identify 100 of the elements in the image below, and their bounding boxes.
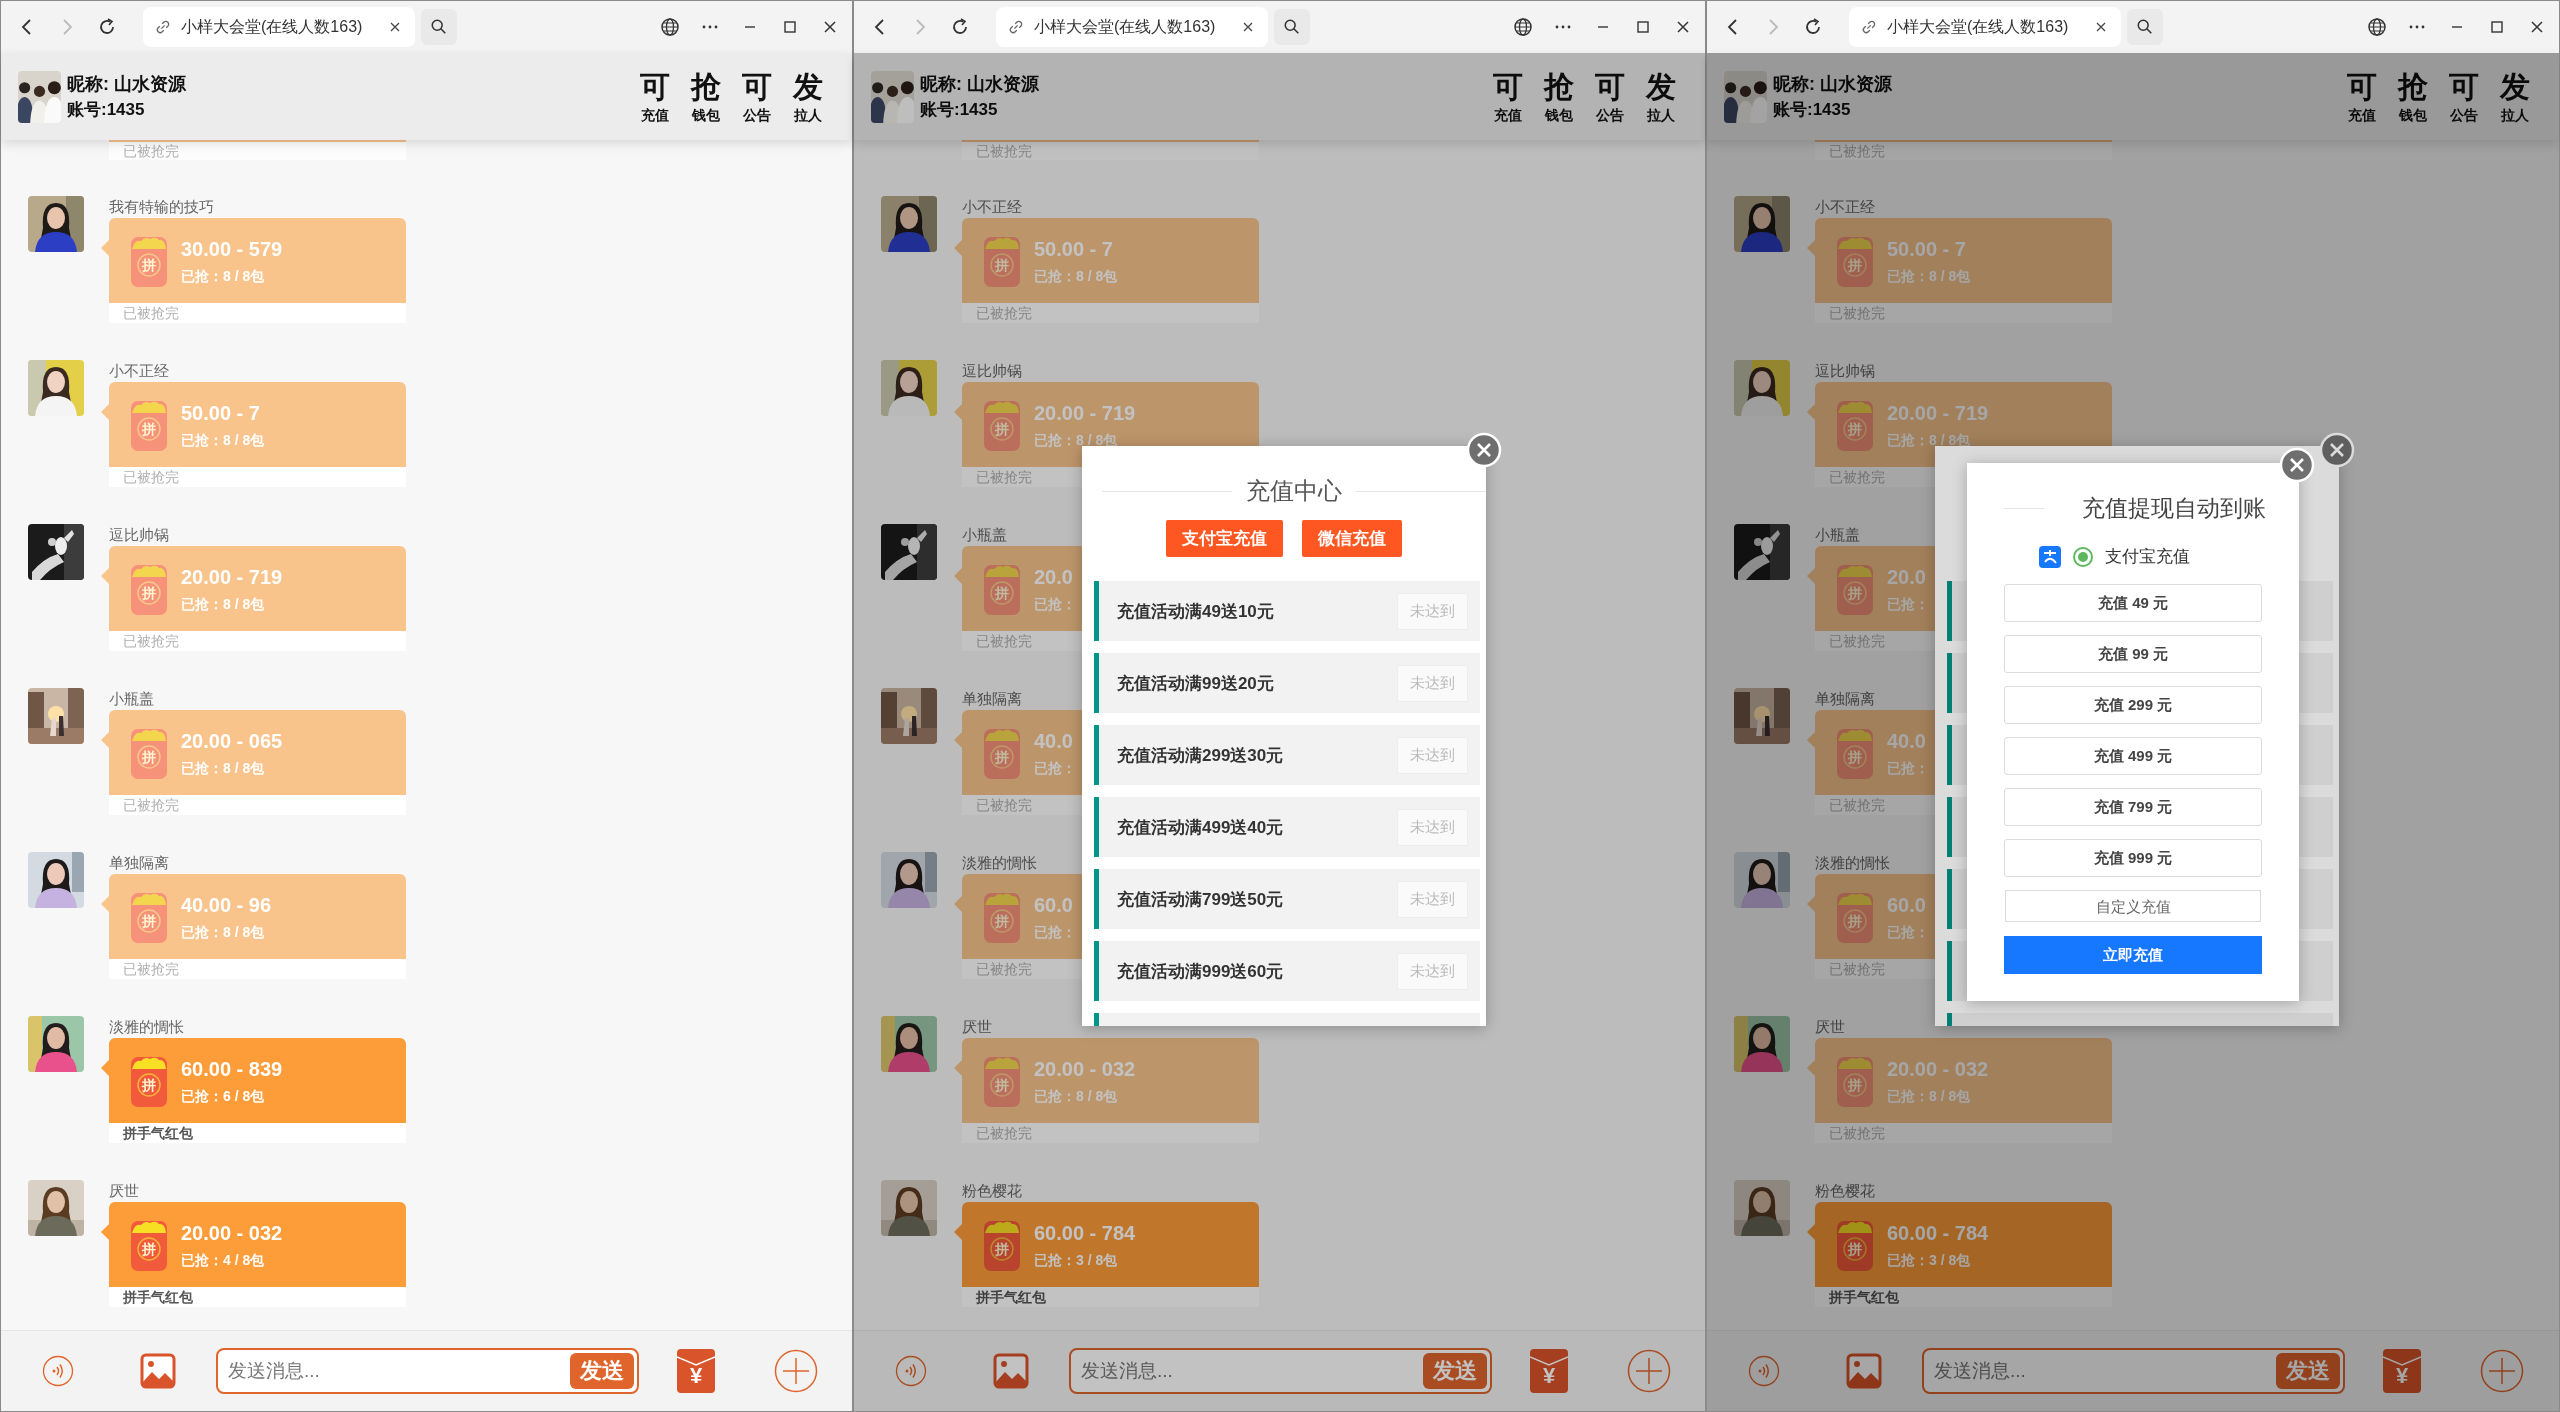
link-icon bbox=[155, 19, 171, 35]
browser-tab[interactable]: 小样大会堂(在线人数163) bbox=[143, 7, 415, 47]
packet-amount: 20.00 - 032 bbox=[181, 1220, 283, 1245]
packet-progress: 已抢：3 / 8包 bbox=[1887, 1250, 1972, 1269]
sender-name: 厌世 bbox=[109, 1181, 139, 1201]
packet-amount: 20.00 - 065 bbox=[181, 728, 283, 753]
promo-status: 未达到 bbox=[1397, 880, 1468, 918]
voice-icon[interactable] bbox=[1748, 1355, 1780, 1387]
packet-button[interactable]: ¥ bbox=[2383, 1349, 2421, 1393]
header-action-button[interactable]: 抢 钱包 bbox=[2391, 68, 2435, 125]
packet-progress: 已抢：8 / 8包 bbox=[1887, 1086, 1972, 1105]
browser-tab[interactable]: 小样大会堂(在线人数163) bbox=[996, 7, 1268, 47]
browser-tab[interactable]: 小样大会堂(在线人数163) bbox=[1849, 7, 2121, 47]
add-icon[interactable] bbox=[2480, 1349, 2524, 1393]
close-button[interactable] bbox=[2279, 447, 2315, 483]
pay-method-button[interactable]: 微信充值 bbox=[1302, 520, 1402, 557]
packet-button[interactable]: ¥ bbox=[1530, 1349, 1568, 1393]
bubble-tail bbox=[101, 896, 109, 912]
message-input[interactable]: 发送消息... 发送 bbox=[1069, 1348, 1492, 1394]
packet-amount: 50.00 - 7 bbox=[1887, 236, 1967, 261]
refresh-icon[interactable] bbox=[950, 17, 970, 37]
submit-button[interactable]: 立即充值 bbox=[2004, 936, 2262, 974]
header-action-button[interactable]: 抢 钱包 bbox=[1537, 68, 1581, 125]
sender-name: 我有特输的技巧 bbox=[109, 197, 214, 217]
add-icon[interactable] bbox=[774, 1349, 818, 1393]
promo-status: 未达到 bbox=[1397, 736, 1468, 774]
sender-name: 淡雅的惆怅 bbox=[1815, 853, 1890, 873]
radio-button[interactable] bbox=[2073, 546, 2093, 567]
image-icon[interactable] bbox=[993, 1353, 1029, 1389]
custom-amount-field[interactable]: 自定义充值 bbox=[2005, 890, 2261, 922]
packet-status: 拼手气红包 bbox=[109, 1287, 406, 1307]
header-action-button[interactable]: 可 充值 bbox=[1486, 68, 1530, 125]
bubble-tail bbox=[954, 240, 962, 256]
packet-amount: 20.0 bbox=[1034, 564, 1074, 589]
message-input[interactable]: 发送消息... 发送 bbox=[216, 1348, 639, 1394]
refresh-icon[interactable] bbox=[1803, 17, 1823, 37]
packet-icon: 拼 bbox=[131, 234, 167, 287]
voice-icon[interactable] bbox=[895, 1355, 927, 1387]
bubble-tail bbox=[954, 1224, 962, 1240]
packet-icon: 拼 bbox=[984, 234, 1020, 287]
globe-icon[interactable] bbox=[2367, 17, 2387, 37]
packet-icon: 拼 bbox=[131, 890, 167, 943]
amount-button[interactable]: 充值 299 元 bbox=[2004, 686, 2262, 724]
refresh-icon[interactable] bbox=[97, 17, 117, 37]
add-icon[interactable] bbox=[1627, 1349, 1671, 1393]
packet-amount: 20.00 - 032 bbox=[1887, 1056, 1989, 1081]
header-action-button[interactable]: 可 公告 bbox=[735, 68, 779, 125]
packet-amount: 20.00 - 719 bbox=[181, 564, 283, 589]
close-button[interactable] bbox=[1466, 432, 1502, 468]
promo-label: 充值活动满299送30元 bbox=[1116, 744, 1284, 767]
packet-progress: 已抢：8 / 8包 bbox=[181, 758, 266, 777]
dialog-title: 充值提现自动到账 bbox=[2082, 494, 2266, 523]
amount-button[interactable]: 充值 99 元 bbox=[2004, 635, 2262, 673]
promo-status: 未达到 bbox=[1397, 808, 1468, 846]
header-action-button[interactable]: 发 拉人 bbox=[1639, 68, 1683, 125]
packet-icon: 拼 bbox=[131, 1218, 167, 1271]
send-button[interactable]: 发送 bbox=[1423, 1353, 1487, 1389]
nickname: 昵称: 山水资源 bbox=[920, 73, 1039, 96]
globe-icon[interactable] bbox=[660, 17, 680, 37]
search-button[interactable] bbox=[421, 9, 457, 45]
message-input[interactable]: 发送消息... 发送 bbox=[1922, 1348, 2345, 1394]
packet-amount: 60.0 bbox=[1034, 892, 1074, 917]
packet-amount: 20.00 - 032 bbox=[1034, 1056, 1136, 1081]
send-button[interactable]: 发送 bbox=[2276, 1353, 2340, 1389]
header-action-button[interactable]: 抢 钱包 bbox=[684, 68, 728, 125]
packet-progress: 已抢：8 / 8包 bbox=[1034, 266, 1118, 285]
packet-progress: 已抢：8 / 8包 bbox=[181, 430, 265, 449]
header-action-button[interactable]: 发 拉人 bbox=[2493, 68, 2537, 125]
bubble-tail bbox=[1807, 404, 1815, 420]
packet-icon: 拼 bbox=[984, 1054, 1020, 1107]
amount-button[interactable]: 充值 49 元 bbox=[2004, 584, 2262, 622]
pay-method-button[interactable]: 支付宝充值 bbox=[1166, 520, 1283, 557]
send-button[interactable]: 发送 bbox=[570, 1353, 634, 1389]
search-button[interactable] bbox=[1274, 9, 1310, 45]
packet-status: 已被抢完 bbox=[109, 795, 406, 815]
header-action-button[interactable]: 发 拉人 bbox=[786, 68, 830, 125]
header-action-button[interactable]: 可 充值 bbox=[2340, 68, 2384, 125]
promo-label: 充值活动满49送10元 bbox=[1116, 600, 1274, 623]
header-action-button[interactable]: 可 公告 bbox=[2442, 68, 2486, 125]
payment-method-label: 支付宝充值 bbox=[2105, 546, 2190, 568]
packet-amount: 40.00 - 96 bbox=[181, 892, 272, 917]
amount-button[interactable]: 充值 999 元 bbox=[2004, 839, 2262, 877]
packet-button[interactable]: ¥ bbox=[677, 1349, 715, 1393]
packet-amount: 40.0 bbox=[1034, 728, 1074, 753]
packet-progress: 已抢： bbox=[1034, 594, 1076, 613]
search-button[interactable] bbox=[2127, 9, 2163, 45]
sender-name: 小不正经 bbox=[109, 361, 169, 381]
image-icon[interactable] bbox=[1846, 1353, 1882, 1389]
voice-icon[interactable] bbox=[42, 1355, 74, 1387]
packet-status: 已被抢完 bbox=[109, 959, 406, 979]
close-button[interactable] bbox=[2319, 432, 2355, 468]
packet-progress: 已抢：8 / 8包 bbox=[181, 266, 266, 285]
image-icon[interactable] bbox=[140, 1353, 176, 1389]
amount-button[interactable]: 充值 499 元 bbox=[2004, 737, 2262, 775]
globe-icon[interactable] bbox=[1513, 17, 1533, 37]
header-action-button[interactable]: 可 充值 bbox=[633, 68, 677, 125]
packet-amount: 20.00 - 719 bbox=[1034, 400, 1136, 425]
amount-button[interactable]: 充值 799 元 bbox=[2004, 788, 2262, 826]
header-action-button[interactable]: 可 公告 bbox=[1588, 68, 1632, 125]
packet-amount: 20.0 bbox=[1887, 564, 1927, 589]
